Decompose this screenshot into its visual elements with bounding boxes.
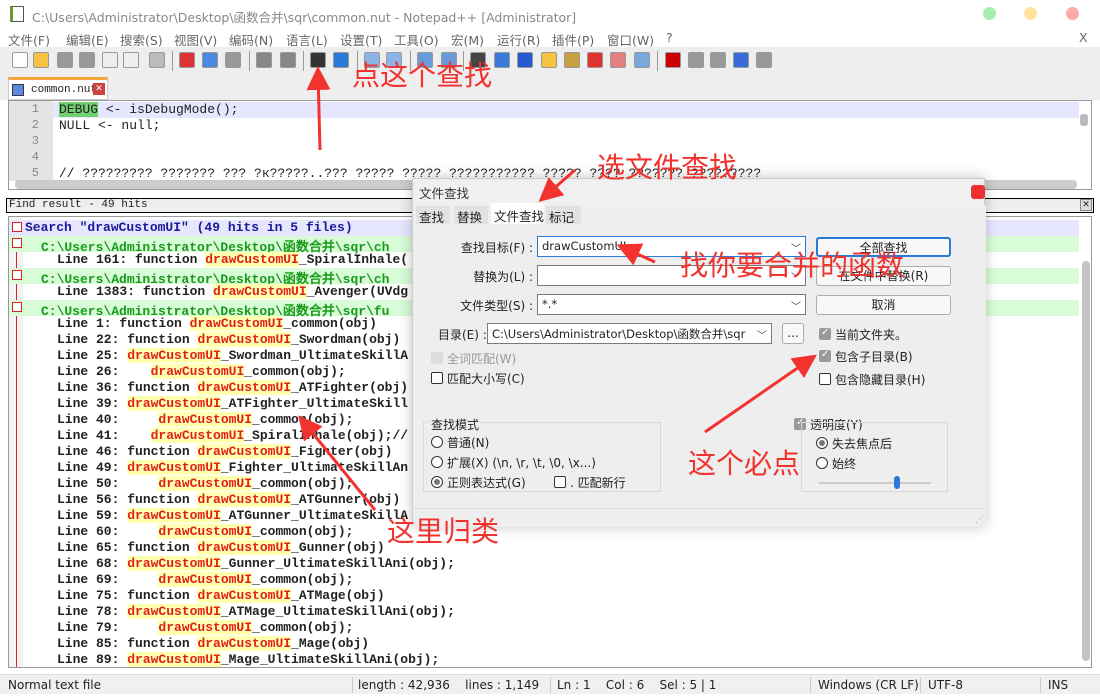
annotation-must-check: 这个必点 <box>688 447 801 480</box>
annotation-click-find: 点这个查找 <box>352 59 493 92</box>
annotation-arrow-tab <box>538 168 576 202</box>
annotation-arrow-subdir <box>704 354 817 434</box>
annotation-arrows <box>298 66 817 511</box>
annotation-enter-function: 找你要合并的函数 <box>680 249 905 282</box>
annotation-arrow-target <box>616 243 656 266</box>
annotation-arrow-group <box>298 415 377 511</box>
annotation-arrow-find <box>306 66 331 151</box>
annotation-grouped-here: 这里归类 <box>387 515 500 548</box>
annotation-select-find-in-files: 选文件查找 <box>597 151 738 184</box>
